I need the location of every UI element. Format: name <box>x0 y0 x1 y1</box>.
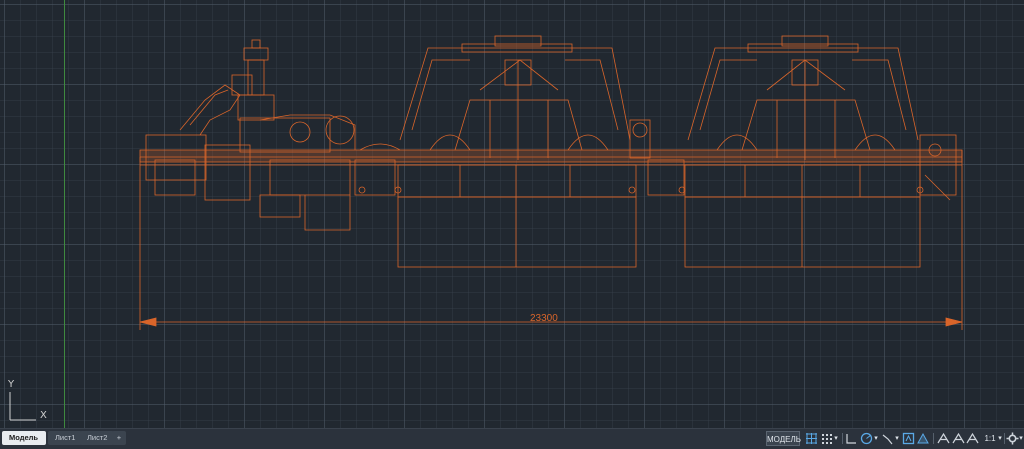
model-space-button[interactable]: МОДЕЛЬ <box>766 431 801 446</box>
snap-icon[interactable] <box>820 432 833 445</box>
tab-layout1[interactable]: Лист1 <box>48 431 83 445</box>
annotation-autoscale-icon[interactable] <box>952 432 965 445</box>
polar-dropdown-icon[interactable]: ▾ <box>873 431 879 446</box>
gear-dropdown-icon[interactable]: ▾ <box>1018 431 1024 446</box>
annotation-icon[interactable] <box>937 432 950 445</box>
scale-dropdown-icon[interactable]: ▾ <box>997 431 1003 446</box>
ucs-y-label: Y <box>8 379 15 390</box>
grid-icon[interactable] <box>805 432 818 445</box>
dimension-text: 23300 <box>530 313 558 324</box>
ortho-icon[interactable] <box>845 432 858 445</box>
polar-icon[interactable] <box>860 432 873 445</box>
tab-layout2[interactable]: Лист2 <box>80 431 115 445</box>
turbine-drawing <box>9 35 963 421</box>
snap-dropdown-icon[interactable]: ▾ <box>833 431 839 446</box>
ucs-icon <box>9 392 36 421</box>
isodraft-icon[interactable] <box>881 432 894 445</box>
tab-model[interactable]: Модель <box>2 431 46 445</box>
add-layout-button[interactable]: + <box>112 431 126 445</box>
ucs-x-label: X <box>40 410 47 421</box>
status-bar: Модель Лист1 Лист2 + МОДЕЛЬ ▾ ▾ ▾ 1:1 ▾ … <box>0 428 1024 449</box>
object-snap-track-icon[interactable] <box>917 432 930 445</box>
drawing-canvas[interactable]: 23300 Y X <box>0 0 1024 428</box>
isodraft-dropdown-icon[interactable]: ▾ <box>894 431 900 446</box>
workspace-icon[interactable] <box>966 432 979 445</box>
osnap-icon[interactable] <box>902 432 915 445</box>
